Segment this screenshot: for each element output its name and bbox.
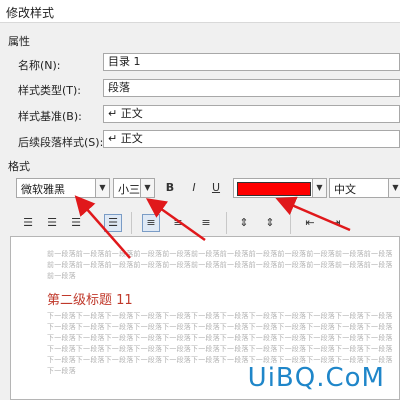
red-annotation-arrow-icon (74, 195, 351, 259)
